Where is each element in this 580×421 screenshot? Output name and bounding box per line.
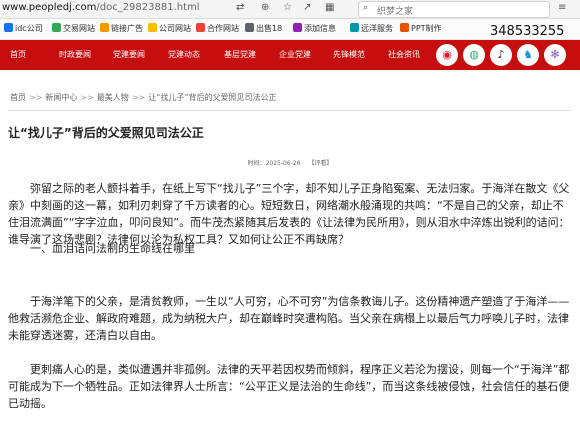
bookmark-item[interactable]: idc公司 <box>4 23 43 34</box>
nav-item-society[interactable]: 社会资讯 <box>388 49 420 60</box>
wechat-icon[interactable]: ◍ <box>463 44 485 66</box>
bookmark-favicon-icon <box>196 23 205 32</box>
bookmark-item[interactable]: 公司网站 <box>148 23 191 34</box>
browser-search-input[interactable]: ⌕ 织梦之家 <box>358 1 550 18</box>
nav-item-enterprise[interactable]: 企业党建 <box>279 49 311 60</box>
nav-item-grassroots[interactable]: 基层党建 <box>224 49 256 60</box>
translate-icon[interactable]: ⇄ <box>236 2 244 13</box>
site-nav: 首页 时政要闻 党建要闻 党建动态 基层党建 企业党建 先锋模范 社会资讯 ◉ … <box>0 40 580 70</box>
bookmark-label: 公司网站 <box>159 24 191 33</box>
bookmark-label: 添加信息 <box>304 24 336 33</box>
editor-tag: 【评看】 <box>308 160 333 167</box>
bookmark-label: PPT制作 <box>411 24 442 33</box>
nav-item-pioneers[interactable]: 先锋模范 <box>333 49 365 60</box>
article-paragraph: 更刺痛人心的是，类似遭遇并非孤例。法律的天平若因权势而倾斜，程序正义若沦为摆设，… <box>8 363 570 410</box>
bookmark-item[interactable]: 出售18 <box>245 23 282 34</box>
menu-icon[interactable]: ≡ <box>558 2 566 13</box>
bookmark-item[interactable]: 链接广告 <box>100 23 143 34</box>
breadcrumb-separator: >> <box>131 93 146 102</box>
bookmark-label: 远洋服务 <box>361 24 393 33</box>
bookmark-label: 出售18 <box>256 24 283 33</box>
nav-item-home[interactable]: 首页 <box>10 49 26 60</box>
section-heading: 一、血泪诘问法制的生命线在哪里 <box>30 242 195 255</box>
bookmark-favicon-icon <box>100 23 109 32</box>
breadcrumb-item[interactable]: 最美人物 <box>97 93 129 102</box>
article-paragraph: 于海洋笔下的父亲，是清贫教师，一生以“人可穷，心不可穷”为信条教诲儿子。这份精神… <box>8 295 570 342</box>
bookmark-favicon-icon <box>400 23 409 32</box>
nav-item-party-news[interactable]: 党建要闻 <box>113 49 145 60</box>
article-date: 2025-06-26 <box>265 160 301 167</box>
bookmark-item[interactable]: PPT制作 <box>400 23 442 34</box>
breadcrumb-current: 让“找儿子”背后的父爱照见司法公正 <box>148 93 277 102</box>
zoom-icon[interactable]: ⊕ <box>261 2 269 13</box>
bookmark-favicon-icon <box>293 23 302 32</box>
douyin-icon[interactable]: ♪ <box>490 44 512 66</box>
breadcrumb-item[interactable]: 新闻中心 <box>45 93 77 102</box>
bookmark-item[interactable]: 合作网站 <box>196 23 239 34</box>
bookmark-favicon-icon <box>245 23 254 32</box>
bookmark-favicon-icon <box>148 23 157 32</box>
bookmark-label: 合作网站 <box>207 24 239 33</box>
nav-item-party-dynamics[interactable]: 党建动态 <box>168 49 200 60</box>
bookmark-label: idc公司 <box>15 24 43 33</box>
browser-toolbar: www.peopledj.com/doc_29823881.html ⇄ ⊕ ☆… <box>0 0 580 19</box>
bookmark-favicon-icon <box>4 23 13 32</box>
weibo-icon[interactable]: ◉ <box>436 44 458 66</box>
qq-icon[interactable]: ♞ <box>517 44 539 66</box>
search-icon: ⌕ <box>363 3 369 13</box>
nav-item-politics[interactable]: 时政要闻 <box>59 49 91 60</box>
search-placeholder: 织梦之家 <box>377 7 414 17</box>
article-meta: 时间：2025-06-26 【评看】 <box>0 158 580 167</box>
breadcrumb-separator: >> <box>80 93 94 102</box>
time-label: 时间： <box>247 160 266 167</box>
bookmark-favicon-icon <box>350 23 359 32</box>
article-paragraph: 弥留之际的老人颤抖着手，在纸上写下“找儿子”三个字，却不知儿子正身陷冤案、无法归… <box>8 182 570 246</box>
url-path: /doc_29823881.html <box>96 2 200 13</box>
share-icon[interactable]: ↗ <box>303 2 311 13</box>
bookmark-item[interactable]: 交易网站 <box>52 23 95 34</box>
grid-icon[interactable]: ▦ <box>325 2 334 13</box>
article-title: 让“找儿子”背后的父爱照见司法公正 <box>8 126 204 140</box>
divider <box>8 110 572 111</box>
breadcrumb-separator: >> <box>29 93 43 102</box>
bookmark-label: 交易网站 <box>63 24 95 33</box>
breadcrumb: 首页 >> 新闻中心 >> 最美人物 >> 让“找儿子”背后的父爱照见司法公正 <box>10 92 277 103</box>
url-domain: www.peopledj.com <box>2 2 97 13</box>
bookmark-label: 链接广告 <box>111 24 143 33</box>
bookmark-favicon-icon <box>52 23 61 32</box>
bookmark-item[interactable]: 远洋服务 <box>350 23 393 34</box>
breadcrumb-home[interactable]: 首页 <box>10 93 26 102</box>
bookmark-item[interactable]: 添加信息 <box>293 23 336 34</box>
address-bar[interactable]: www.peopledj.com/doc_29823881.html <box>2 2 200 13</box>
overlay-number: 348533255 <box>490 24 565 39</box>
app-icon[interactable]: ✻ <box>544 44 566 66</box>
star-icon[interactable]: ☆ <box>283 2 292 13</box>
